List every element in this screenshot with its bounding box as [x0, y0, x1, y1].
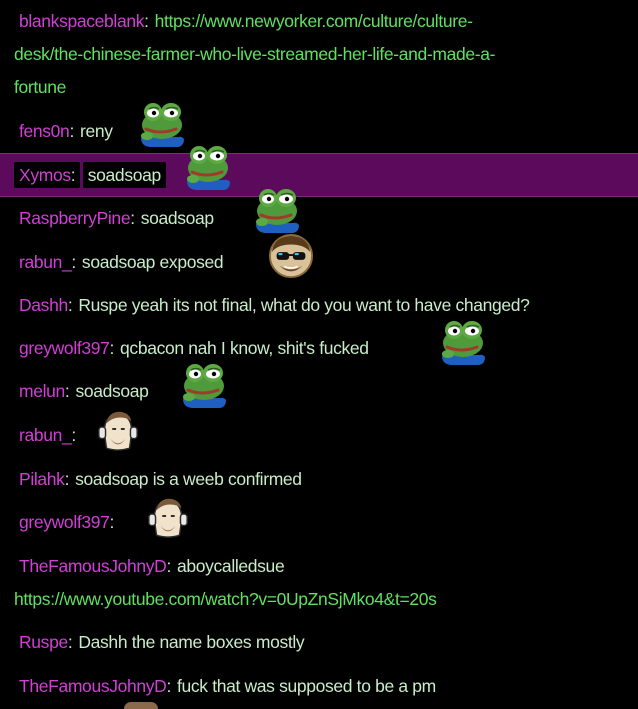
chat-message-continued: desk/the-chinese-farmer-who-live-streame… — [0, 37, 638, 71]
pepe-frog-emote — [138, 100, 186, 148]
chat-username[interactable]: Ruspe — [19, 632, 68, 652]
chat-message: Pilahk: soadsoap is a weeb confirmed — [0, 462, 638, 496]
chat-username[interactable]: blankspaceblank — [19, 11, 144, 31]
chat-username[interactable]: melun — [19, 381, 65, 401]
username-separator: : — [64, 469, 70, 489]
username-separator: : — [64, 381, 70, 401]
pepe-frog-emote — [180, 361, 228, 409]
chat-message: melun: soadsoap — [0, 374, 638, 408]
chat-username-box[interactable]: Xymos: — [14, 162, 81, 188]
chat-text: aboycalledsue — [176, 556, 285, 576]
username-separator: : — [71, 252, 76, 272]
chat-text: soadsoap — [75, 381, 149, 401]
username-separator: : — [166, 556, 171, 576]
chat-text: fuck that was supposed to be a pm — [176, 676, 436, 696]
chat-message: Dashh: Ruspe yeah its not final, what do … — [0, 288, 638, 322]
chat-username[interactable]: Pilahk — [19, 469, 65, 489]
username-separator: : — [166, 676, 171, 696]
chat-text-box: soadsoap — [82, 162, 166, 188]
username-separator: : — [70, 165, 76, 185]
chat-text: soadsoap exposed — [81, 252, 224, 272]
headphones-face-emote — [95, 406, 141, 452]
chat-username: Xymos — [19, 165, 71, 185]
headphones-face-emote — [145, 493, 191, 539]
chat-message: Ruspe: Dashh the name boxes mostly — [0, 625, 638, 659]
username-separator: : — [109, 338, 115, 358]
chat-message: TheFamousJohnyD: fuck that was supposed t… — [0, 669, 638, 703]
chat-text: qcbacon nah I know, shit's fucked — [120, 338, 369, 358]
chat-log[interactable]: blankspaceblank: https://www.newyorker.co… — [0, 0, 638, 709]
chat-text: soadsoap — [87, 165, 161, 185]
chat-message: TheFamousJohnyD: aboycalledsue — [0, 549, 638, 583]
chat-message: blankspaceblank: https://www.newyorker.co… — [0, 4, 638, 38]
chat-message: RaspberryPine: soadsoap — [0, 201, 638, 235]
chat-message-continued: https://www.youtube.com/watch?v=0UpZnSjM… — [0, 582, 638, 616]
username-separator: : — [109, 512, 115, 532]
pepe-frog-emote — [184, 143, 232, 191]
username-separator: : — [71, 425, 76, 445]
chat-link[interactable]: desk/the-chinese-farmer-who-live-streame… — [14, 44, 495, 64]
chat-message: rabun_: soadsoap exposed — [0, 245, 638, 279]
username-separator: : — [67, 295, 73, 315]
chat-link[interactable]: https://www.newyorker.com/culture/cultur… — [155, 11, 473, 31]
sunglasses-face-emote — [266, 233, 316, 279]
chat-text: Ruspe yeah its not final, what do you wa… — [78, 295, 530, 315]
chat-username[interactable]: fens0n — [19, 121, 70, 141]
chat-username[interactable]: Dashh — [19, 295, 68, 315]
chat-username[interactable]: greywolf397 — [19, 338, 110, 358]
username-separator: : — [67, 632, 73, 652]
chat-username[interactable]: TheFamousJohnyD — [19, 556, 167, 576]
chat-message: greywolf397: qcbacon nah I know, shit's f… — [0, 331, 638, 365]
chat-link[interactable]: fortune — [14, 77, 66, 97]
username-separator: : — [69, 121, 74, 141]
partial-emote — [124, 702, 158, 709]
chat-message-highlighted: Xymos: soadsoap — [0, 153, 638, 197]
chat-text: reny — [79, 121, 113, 141]
chat-message: greywolf397: — [0, 505, 638, 539]
username-separator: : — [130, 208, 135, 228]
chat-text: soadsoap — [140, 208, 214, 228]
pepe-frog-emote — [253, 186, 301, 234]
chat-username[interactable]: rabun_ — [19, 252, 72, 272]
pepe-frog-emote — [439, 318, 487, 366]
chat-username[interactable]: TheFamousJohnyD — [19, 676, 167, 696]
chat-message-continued: fortune — [0, 70, 638, 104]
chat-text: Dashh the name boxes mostly — [78, 632, 305, 652]
chat-message: fens0n: reny — [0, 114, 638, 148]
chat-username[interactable]: greywolf397 — [19, 512, 110, 532]
chat-link[interactable]: https://www.youtube.com/watch?v=0UpZnSjM… — [14, 589, 437, 609]
chat-text: soadsoap is a weeb confirmed — [75, 469, 302, 489]
chat-username[interactable]: RaspberryPine — [19, 208, 131, 228]
username-separator: : — [144, 11, 149, 31]
chat-username[interactable]: rabun_ — [19, 425, 72, 445]
